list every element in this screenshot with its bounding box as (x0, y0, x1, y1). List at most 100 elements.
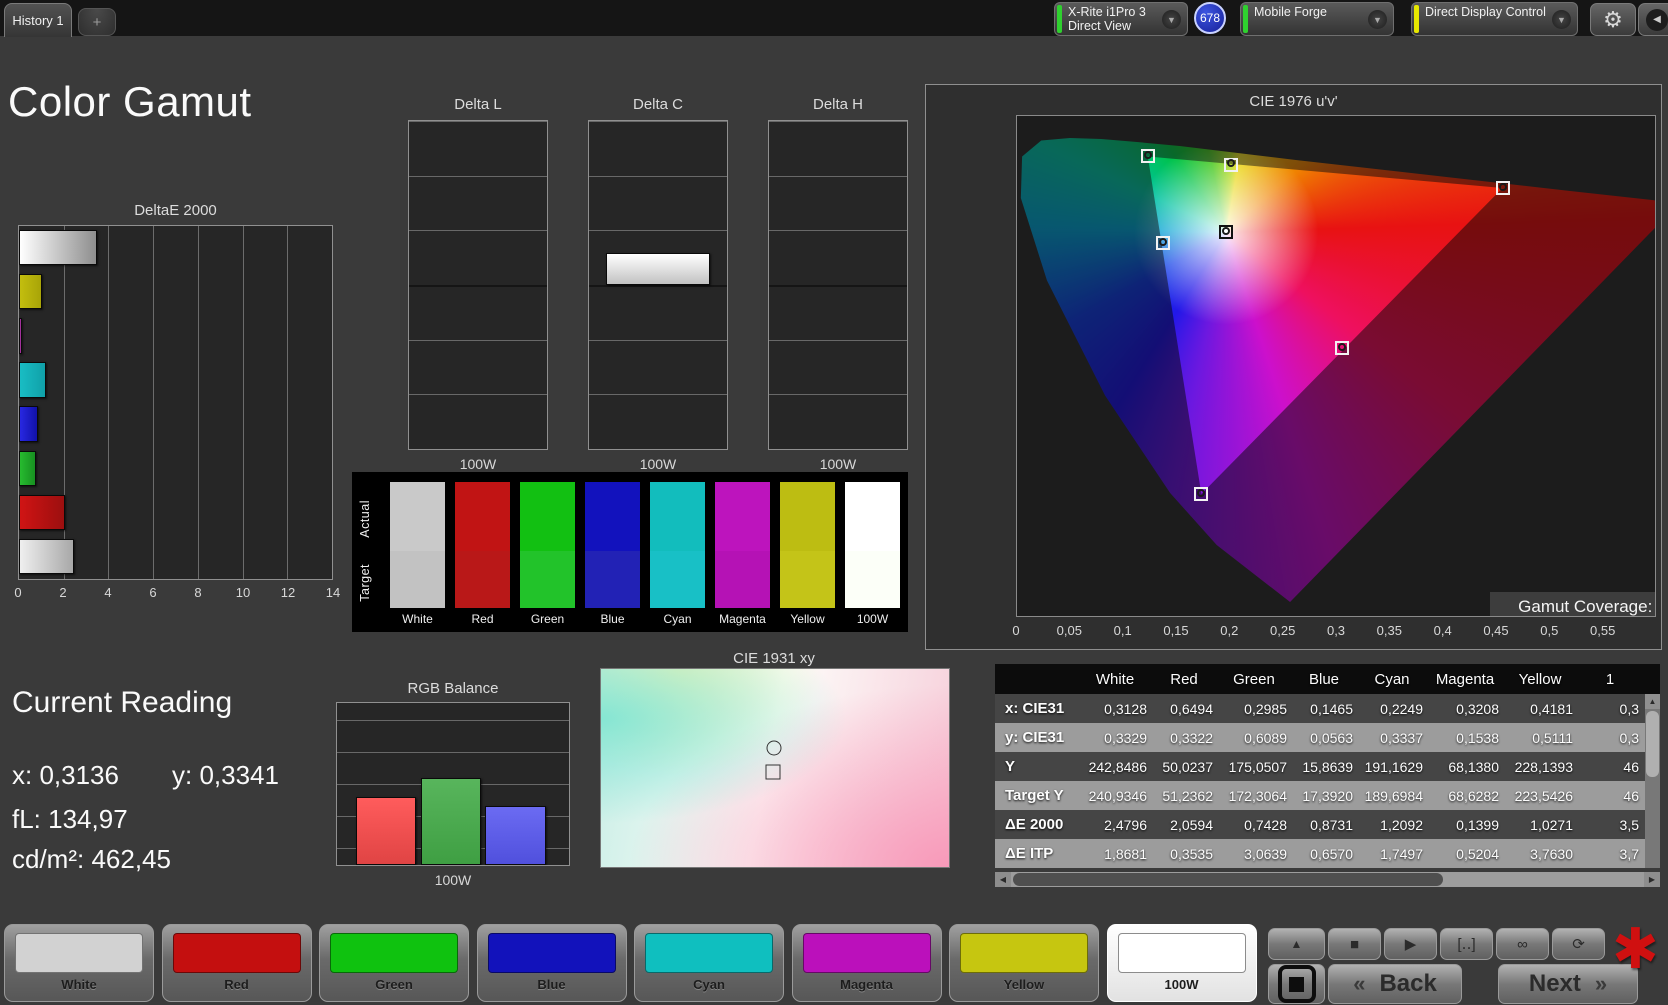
x-tick-label: 0,15 (1163, 623, 1189, 638)
table-cell: 175,0507 (1228, 758, 1287, 775)
settings-button[interactable]: ⚙ (1590, 3, 1636, 36)
patch-color (645, 933, 773, 973)
patch-button-magenta[interactable]: Magenta (791, 924, 942, 1002)
back-button[interactable]: « Back (1328, 964, 1462, 1004)
table-cell: 228,1393 (1514, 758, 1573, 775)
table-cell: 50,0237 (1162, 758, 1213, 775)
cie1976-panel: CIE 1976 u'v' Gamut Coverage: 103,8% 0,5… (925, 84, 1662, 650)
patch-button-red[interactable]: Red (161, 924, 312, 1002)
deltae-bar-yellow (19, 274, 43, 310)
next-arrow-icon: » (1594, 971, 1608, 996)
patch-color (802, 933, 931, 973)
table-row: x: CIE31 0,3128 0,6494 0,2985 0,1465 0,2249 0,… (995, 694, 1660, 723)
grid-line (589, 394, 727, 396)
control-label: Direct Display Control (1425, 5, 1546, 19)
grid-line (769, 230, 907, 232)
cie1931-reading-circle (766, 740, 782, 756)
patch-label: Red (224, 977, 249, 992)
hscroll-thumb[interactable] (1013, 873, 1443, 886)
table-cell: 0,6494 (1170, 700, 1213, 717)
pattern-window-up-button[interactable]: ▲ (1268, 928, 1325, 960)
pattern-window-button[interactable] (1268, 964, 1325, 1004)
current-reading-title: Current Reading (12, 686, 233, 719)
measurement-table: White Red Green Blue Cyan Magenta Yellow 1 x: CI… (995, 664, 1660, 868)
swatch-column-white: White (390, 482, 445, 626)
delta-h-xlabel: 100W (819, 456, 857, 472)
grid-line (769, 175, 907, 177)
column-header: Magenta (1435, 670, 1495, 688)
deltae-bar-white (19, 538, 75, 575)
x-tick-label: 8 (194, 585, 202, 600)
cie1976-title: CIE 1976 u'v' (1249, 93, 1338, 110)
deltae2000-plot (18, 225, 333, 580)
x-tick-label: 2 (59, 585, 67, 600)
tab-history-1[interactable]: History 1 (4, 3, 72, 37)
patch-button-yellow[interactable]: Yellow (949, 924, 1099, 1002)
refresh-button[interactable]: ⟳ (1552, 928, 1605, 960)
swatch-column-cyan: Cyan (650, 482, 705, 626)
scroll-right-icon[interactable]: ▶ (1644, 872, 1660, 887)
table-cell: 51,2362 (1162, 787, 1213, 804)
vscroll-thumb[interactable] (1646, 711, 1659, 777)
table-row: ΔE 2000 2,4796 2,0594 0,7428 0,8731 1,2092 0,1… (995, 810, 1660, 839)
patch-button-100w[interactable]: 100W (1106, 924, 1257, 1002)
table-cell: 46 (1623, 758, 1639, 775)
play-button[interactable]: ▶ (1384, 928, 1437, 960)
refresh-icon: ⟳ (1572, 936, 1585, 953)
grid-line (769, 339, 907, 341)
step-button[interactable]: [‥] (1440, 928, 1493, 960)
add-tab-button[interactable]: + (78, 8, 116, 36)
x-tick-label: 0,1 (1113, 623, 1132, 638)
grid-line (197, 226, 199, 579)
table-cell: 1,0271 (1530, 816, 1573, 833)
patch-button-white[interactable]: White (4, 924, 154, 1002)
pattern-source-dropdown[interactable]: Mobile Forge ▼ (1240, 2, 1394, 36)
table-cell: 0,2249 (1380, 700, 1423, 717)
column-header: Green (1233, 670, 1275, 688)
patch-color (487, 933, 616, 973)
grid-line (242, 226, 244, 579)
actual-row-label: Actual (358, 500, 372, 538)
table-cell: 0,4181 (1530, 700, 1573, 717)
patch-button-cyan[interactable]: Cyan (634, 924, 784, 1002)
table-cell: 0,3208 (1456, 700, 1499, 717)
display-control-dropdown[interactable]: Direct Display Control ▼ (1411, 2, 1578, 36)
grid-line (589, 230, 727, 232)
row-label: ΔE ITP (1005, 845, 1054, 862)
collapse-panel-button[interactable]: ◀ (1638, 3, 1668, 36)
table-row: ΔE ITP 1,8681 0,3535 3,0639 0,6570 1,7497 0,52… (995, 839, 1660, 868)
stop-button[interactable]: ■ (1328, 928, 1381, 960)
grid-line (409, 175, 547, 177)
scroll-up-icon[interactable]: ▲ (1645, 694, 1660, 709)
table-header-row: White Red Green Blue Cyan Magenta Yellow 1 (995, 664, 1660, 694)
cie-marker-green (1140, 149, 1155, 164)
add-icon: + (92, 13, 102, 31)
patch-button-green[interactable]: Green (319, 924, 469, 1002)
column-header: Yellow (1518, 670, 1562, 688)
swatch-label: Red (471, 612, 494, 626)
table-horizontal-scrollbar[interactable]: ◀ ▶ (995, 872, 1660, 887)
patch-button-blue[interactable]: Blue (476, 924, 627, 1002)
table-row: Y 242,8486 50,0237 175,0507 15,8639 191,1629 6… (995, 752, 1660, 781)
cie-marker-dot (1222, 227, 1231, 236)
patch-color (172, 933, 301, 973)
target-swatch (455, 551, 510, 608)
table-vertical-scrollbar[interactable]: ▲ (1645, 694, 1660, 868)
loop-button[interactable]: ∞ (1496, 928, 1549, 960)
delta-c-chart: Delta C 151050-5-10-15 100W (588, 96, 728, 476)
scroll-left-icon[interactable]: ◀ (995, 872, 1011, 887)
cie-marker-dot (1158, 237, 1167, 246)
control-status-bar (1414, 5, 1419, 33)
meter-dropdown[interactable]: X-Rite i1Pro 3 Direct View ▼ (1054, 2, 1188, 36)
meter-status-bar (1057, 5, 1062, 33)
cie-marker-magenta (1334, 340, 1349, 355)
swatch-column-blue: Blue (585, 482, 640, 626)
swatch-column-magenta: Magenta (715, 482, 770, 626)
table-cell: 191,1629 (1364, 758, 1423, 775)
column-header: White (1095, 670, 1135, 688)
patch-label: Magenta (840, 977, 893, 992)
table-cell: 3,7630 (1530, 845, 1573, 862)
cie1931-reading-square (765, 764, 781, 780)
gamut-coverage-label: Gamut Coverage: (1518, 597, 1653, 616)
stop-icon: ■ (1349, 935, 1360, 953)
